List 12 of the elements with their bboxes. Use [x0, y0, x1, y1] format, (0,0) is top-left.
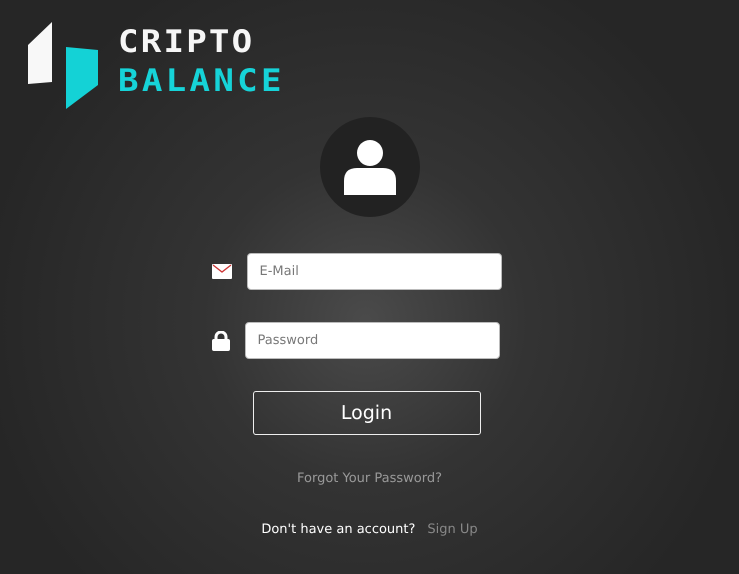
lock-icon: [212, 330, 230, 350]
user-icon: [344, 139, 396, 195]
sign-up-link[interactable]: Sign Up: [427, 522, 478, 537]
logo-icon: [28, 22, 98, 109]
signup-prompt: Don't have an account?: [261, 522, 416, 537]
password-field[interactable]: Password: [244, 322, 500, 359]
login-button[interactable]: Login: [252, 391, 480, 435]
logo-text: CRIPTO: [118, 27, 256, 57]
forgot-password-link[interactable]: Forgot Your Password?: [296, 471, 442, 486]
logo-text: BALANCE: [118, 66, 285, 96]
email-field[interactable]: E-Mail: [246, 253, 502, 290]
envelope-icon: [212, 264, 232, 279]
